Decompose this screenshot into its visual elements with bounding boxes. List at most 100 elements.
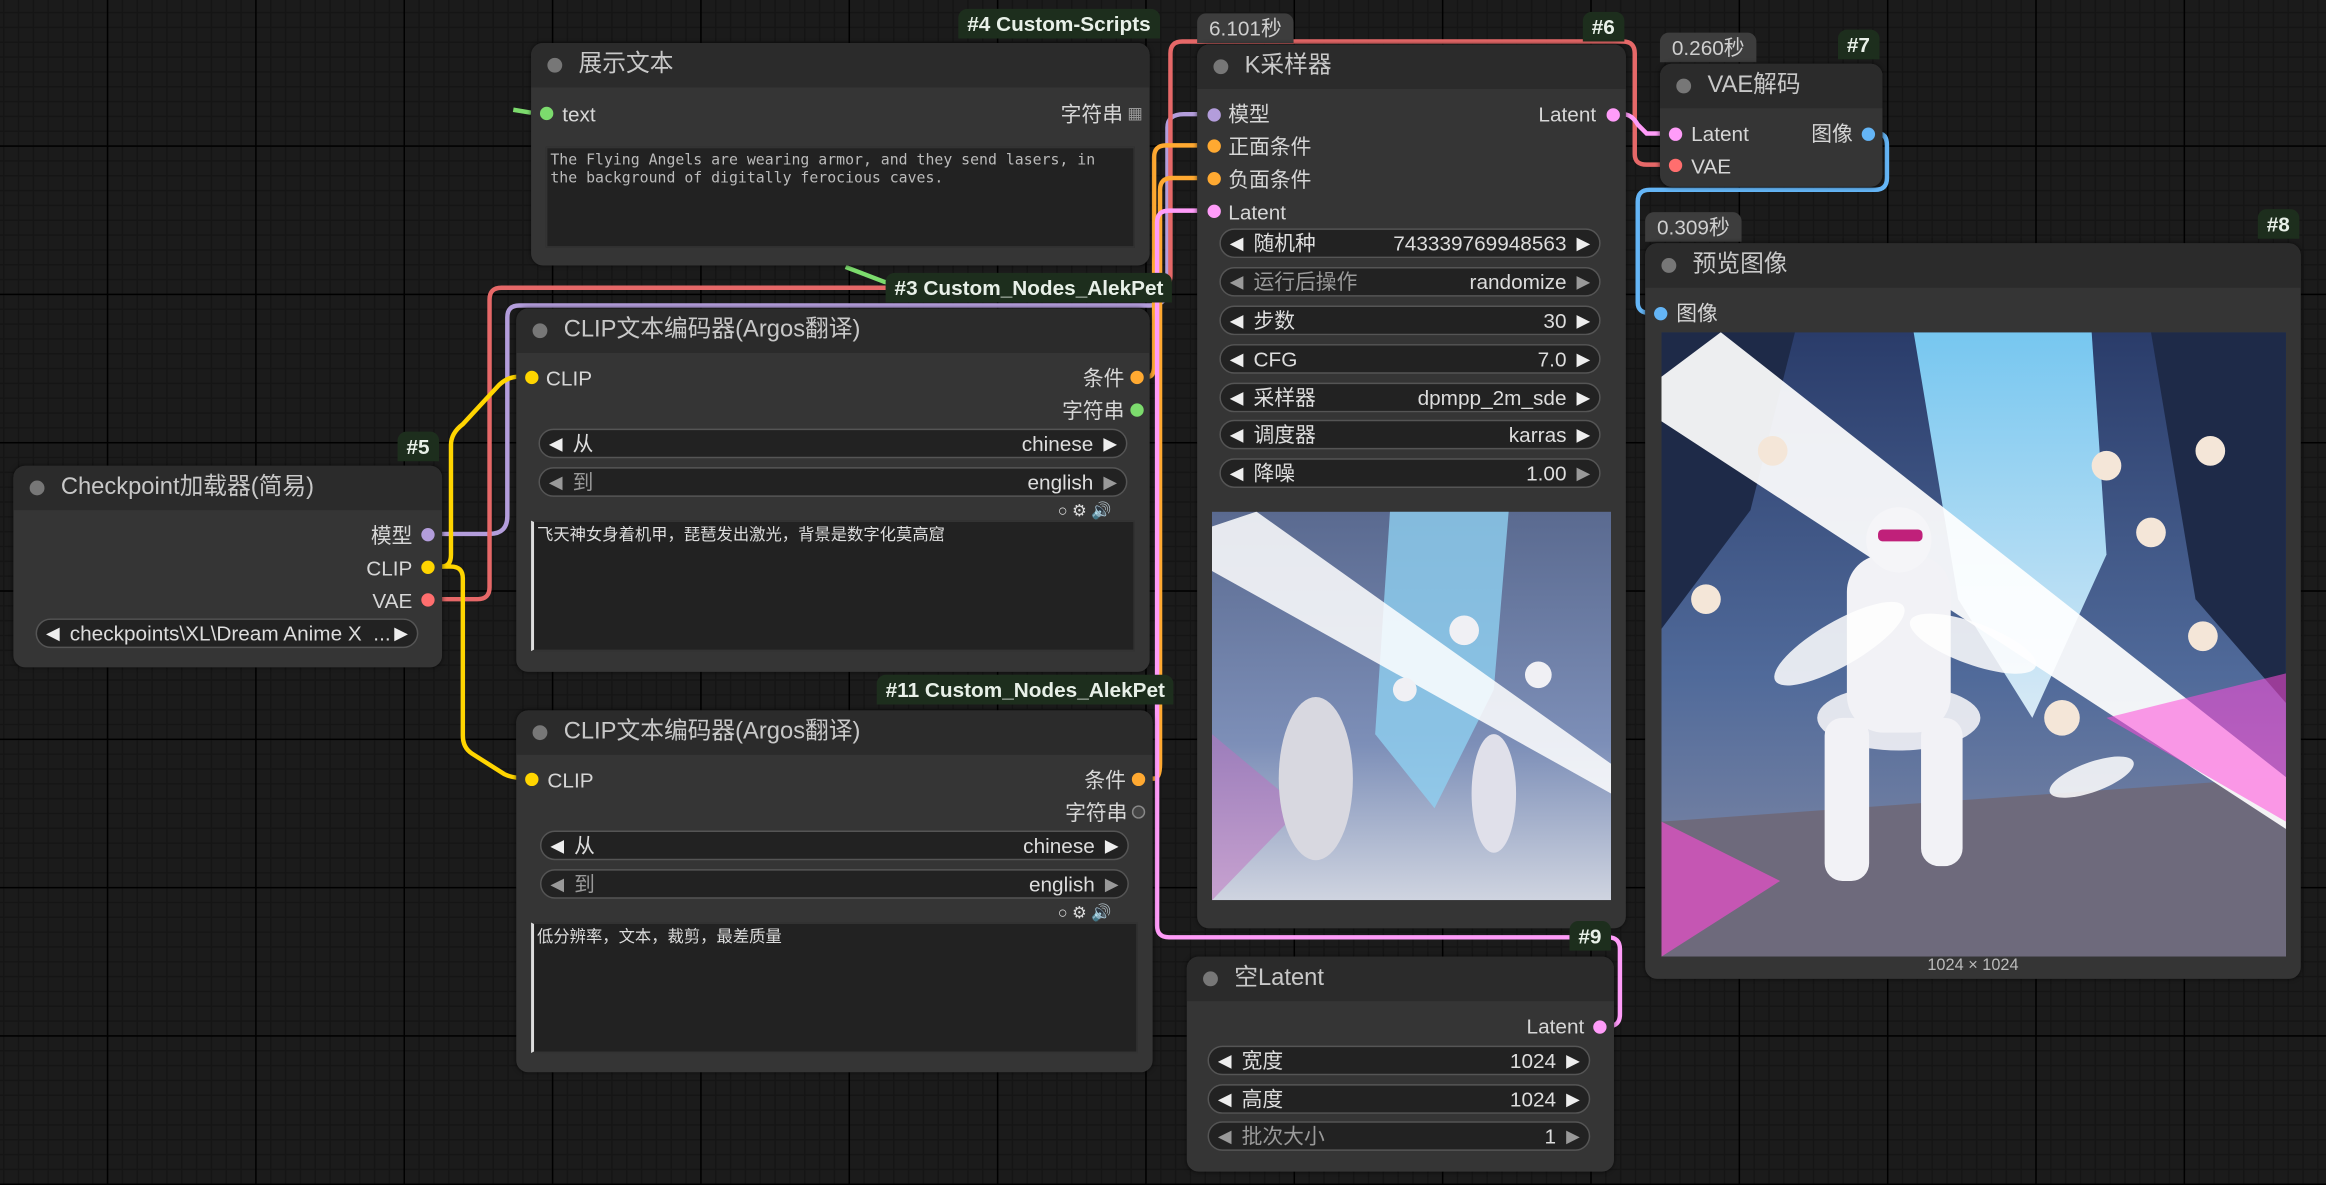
- arrow-right-icon[interactable]: ▶: [1577, 460, 1591, 487]
- node-graph-canvas[interactable]: #4 Custom-Scripts 展示文本 text 字符串 ▦ The Fl…: [0, 0, 2326, 1185]
- arrow-right-icon[interactable]: ▶: [1566, 1086, 1580, 1113]
- output-clip-dot[interactable]: [421, 560, 435, 574]
- arrow-left-icon[interactable]: ◀: [1230, 421, 1244, 448]
- arrow-left-icon[interactable]: ◀: [1218, 1047, 1232, 1074]
- arrow-left-icon[interactable]: ◀: [549, 430, 563, 457]
- preview-image-node[interactable]: 预览图像 图像 1024 × 1024: [1645, 243, 2301, 979]
- output-vae-dot[interactable]: [421, 593, 435, 607]
- arrow-right-icon[interactable]: ▶: [1577, 268, 1591, 295]
- collapse-dot-icon[interactable]: [29, 480, 45, 496]
- arrow-right-icon[interactable]: ▶: [1577, 421, 1591, 448]
- arrow-left-icon[interactable]: ◀: [550, 832, 564, 859]
- input-positive-dot[interactable]: [1207, 139, 1221, 153]
- arrow-right-icon[interactable]: ▶: [1105, 832, 1119, 859]
- output-string-dot[interactable]: [1130, 403, 1144, 417]
- to-language-select[interactable]: ◀ 到 english ▶: [538, 467, 1128, 497]
- arrow-left-icon[interactable]: ◀: [1230, 384, 1244, 411]
- width-widget[interactable]: ◀ 宽度 1024 ▶: [1207, 1045, 1591, 1076]
- circle-icon[interactable]: ○: [1058, 905, 1068, 923]
- control-after-generate-widget[interactable]: ◀ 运行后操作 randomize ▶: [1219, 266, 1601, 297]
- node-title-bar[interactable]: 预览图像: [1645, 243, 2301, 288]
- input-latent-dot[interactable]: [1207, 204, 1221, 219]
- arrow-left-icon[interactable]: ◀: [1230, 268, 1244, 295]
- arrow-right-icon[interactable]: ▶: [1566, 1047, 1580, 1074]
- arrow-left-icon[interactable]: ◀: [550, 871, 564, 898]
- arrow-right-icon[interactable]: ▶: [394, 620, 408, 647]
- to-language-select[interactable]: ◀ 到 english ▶: [539, 869, 1129, 899]
- arrow-left-icon[interactable]: ◀: [46, 620, 60, 647]
- prompt-textarea[interactable]: 低分辨率，文本，裁剪，最差质量: [531, 922, 1138, 1054]
- arrow-right-icon[interactable]: ▶: [1105, 871, 1119, 898]
- arrow-left-icon[interactable]: ◀: [1230, 460, 1244, 487]
- arrow-right-icon[interactable]: ▶: [1566, 1123, 1580, 1150]
- node-title-bar[interactable]: CLIP文本编码器(Argos翻译): [516, 308, 1150, 353]
- collapse-dot-icon[interactable]: [1676, 78, 1692, 94]
- input-latent-dot[interactable]: [1668, 127, 1683, 141]
- node-title-bar[interactable]: K采样器: [1197, 44, 1626, 89]
- arrow-right-icon[interactable]: ▶: [1577, 346, 1591, 373]
- input-negative-dot[interactable]: [1207, 172, 1221, 186]
- checkpoint-select[interactable]: ◀ checkpoints\XL\Dream Anime X ... ▶: [35, 618, 419, 649]
- ksampler-node[interactable]: K采样器 模型 Latent 正面条件 负面条件 Latent ◀ 随机种 7433…: [1197, 44, 1626, 929]
- arrow-left-icon[interactable]: ◀: [1230, 307, 1244, 334]
- collapse-dot-icon[interactable]: [1661, 258, 1677, 273]
- sampler-widget[interactable]: ◀ 采样器 dpmpp_2m_sde ▶: [1219, 382, 1601, 413]
- clip-text-encoder-node-1[interactable]: CLIP文本编码器(Argos翻译) CLIP 条件 字符串 ◀ 从 chinese…: [516, 308, 1150, 672]
- display-text-node[interactable]: 展示文本 text 字符串 ▦ The Flying Angels are we…: [531, 43, 1150, 266]
- speaker-icon[interactable]: 🔊: [1091, 905, 1111, 923]
- collapse-dot-icon[interactable]: [547, 57, 563, 73]
- gear-icon[interactable]: ⚙: [1072, 905, 1087, 923]
- steps-widget[interactable]: ◀ 步数 30 ▶: [1219, 305, 1601, 336]
- arrow-right-icon[interactable]: ▶: [1577, 307, 1591, 334]
- input-image-dot[interactable]: [1654, 307, 1668, 321]
- output-latent-dot[interactable]: [1606, 108, 1620, 122]
- output-model-dot[interactable]: [421, 527, 435, 542]
- input-clip-dot[interactable]: [525, 772, 539, 787]
- generated-image[interactable]: [1661, 332, 2286, 957]
- grid-icon[interactable]: ▦: [1127, 104, 1142, 123]
- collapse-dot-icon[interactable]: [532, 323, 548, 339]
- input-clip-dot[interactable]: [525, 370, 539, 385]
- input-model-dot[interactable]: [1207, 108, 1221, 122]
- arrow-right-icon[interactable]: ▶: [1577, 384, 1591, 411]
- empty-latent-node[interactable]: 空Latent Latent ◀ 宽度 1024 ▶ ◀ 高度 1024 ▶ ◀ 批次大小 1 ▶: [1186, 956, 1614, 1172]
- checkpoint-loader-node[interactable]: Checkpoint加载器(简易) 模型 CLIP VAE ◀ checkpoin…: [13, 465, 443, 668]
- collapse-dot-icon[interactable]: [1203, 971, 1218, 987]
- height-widget[interactable]: ◀ 高度 1024 ▶: [1207, 1084, 1591, 1114]
- input-text-dot[interactable]: [539, 106, 554, 121]
- batch-size-widget[interactable]: ◀ 批次大小 1 ▶: [1207, 1121, 1591, 1151]
- node-title-bar[interactable]: VAE解码: [1659, 63, 1883, 109]
- output-string-dot[interactable]: [1131, 805, 1146, 819]
- denoise-widget[interactable]: ◀ 降噪 1.00 ▶: [1219, 458, 1601, 488]
- from-language-select[interactable]: ◀ 从 chinese ▶: [539, 830, 1129, 861]
- arrow-left-icon[interactable]: ◀: [549, 469, 563, 496]
- display-text-area[interactable]: The Flying Angels are wearing armor, and…: [545, 146, 1135, 248]
- arrow-right-icon[interactable]: ▶: [1103, 430, 1117, 457]
- node-title-bar[interactable]: 展示文本: [531, 43, 1150, 88]
- node-title-bar[interactable]: CLIP文本编码器(Argos翻译): [516, 710, 1153, 755]
- gear-icon[interactable]: ⚙: [1072, 503, 1087, 521]
- input-vae-dot[interactable]: [1668, 158, 1683, 173]
- arrow-left-icon[interactable]: ◀: [1218, 1086, 1232, 1113]
- arrow-right-icon[interactable]: ▶: [1103, 469, 1117, 496]
- from-language-select[interactable]: ◀ 从 chinese ▶: [538, 428, 1128, 459]
- arrow-left-icon[interactable]: ◀: [1230, 346, 1244, 373]
- seed-widget[interactable]: ◀ 随机种 743339769948563 ▶: [1219, 228, 1601, 259]
- output-condition-dot[interactable]: [1130, 370, 1144, 385]
- speaker-icon[interactable]: 🔊: [1091, 503, 1111, 521]
- prompt-textarea[interactable]: 飞天神女身着机甲，琵琶发出激光，背景是数字化莫高窟: [531, 520, 1135, 652]
- clip-text-encoder-node-2[interactable]: CLIP文本编码器(Argos翻译) CLIP 条件 字符串 ◀ 从 chinese…: [516, 710, 1153, 1073]
- arrow-left-icon[interactable]: ◀: [1230, 230, 1244, 257]
- collapse-dot-icon[interactable]: [532, 725, 548, 741]
- vae-decode-node[interactable]: VAE解码 Latent 图像 VAE: [1659, 63, 1883, 187]
- node-title-bar[interactable]: 空Latent: [1186, 956, 1614, 1002]
- output-image-dot[interactable]: [1861, 127, 1876, 141]
- cfg-widget[interactable]: ◀ CFG 7.0 ▶: [1219, 344, 1601, 374]
- output-latent-dot[interactable]: [1593, 1020, 1607, 1034]
- node-title-bar[interactable]: Checkpoint加载器(简易): [13, 465, 443, 511]
- collapse-dot-icon[interactable]: [1213, 59, 1229, 75]
- arrow-left-icon[interactable]: ◀: [1218, 1123, 1232, 1150]
- circle-icon[interactable]: ○: [1058, 503, 1068, 521]
- arrow-right-icon[interactable]: ▶: [1577, 230, 1591, 257]
- output-condition-dot[interactable]: [1131, 772, 1146, 787]
